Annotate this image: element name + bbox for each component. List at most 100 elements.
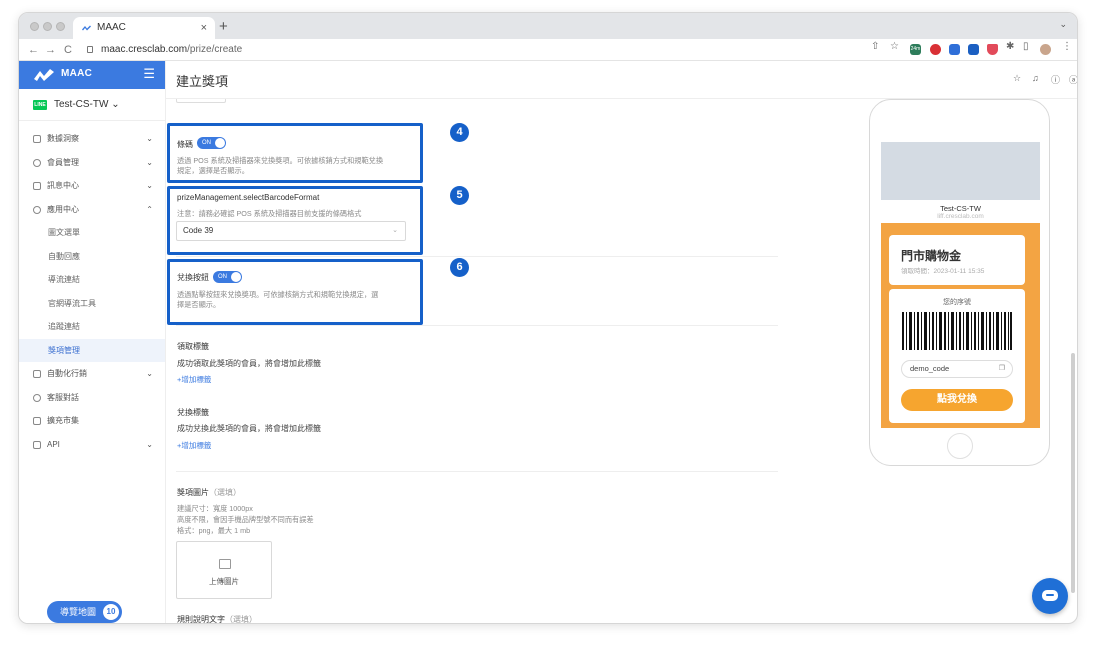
prize-image-optional: （選填） — [209, 488, 241, 497]
sidebar-item-insights[interactable]: 數據洞察 ⌄ — [19, 127, 165, 151]
extensions-puzzle-icon[interactable]: ✱ — [1006, 41, 1014, 52]
brand-bar: MAAC ☰ — [19, 61, 165, 89]
close-window-dot[interactable] — [30, 22, 39, 31]
upload-image-label: 上傳圖片 — [209, 577, 239, 586]
tab-close-icon[interactable]: × — [201, 17, 207, 39]
page-title: 建立獎項 — [176, 74, 229, 89]
image-icon — [219, 559, 231, 569]
prize-image-desc-line2: 高度不限，會因手機品牌型號不同而有誤差 — [177, 515, 314, 524]
share-icon[interactable]: ⇧ — [871, 41, 879, 52]
extension-timer-icon[interactable]: 24m — [910, 44, 921, 55]
account-switcher[interactable]: LINE Test-CS-TW ⌄ — [19, 89, 165, 121]
preview-hero-image — [881, 142, 1040, 200]
extension-red-icon[interactable] — [930, 44, 941, 55]
maac-logo-icon — [34, 69, 54, 81]
zoom-window-dot[interactable] — [56, 22, 65, 31]
guide-count-badge: 10 — [103, 604, 119, 620]
preview-redeem-button[interactable]: 點我兌換 — [901, 389, 1013, 411]
sidebar-item-api[interactable]: API ⌄ — [19, 433, 165, 457]
sidebar-subitem-auto-reply[interactable]: 自動回應 — [19, 245, 165, 269]
account-caret-icon: ⌄ — [111, 99, 120, 110]
tab-search-icon[interactable]: ⌄ — [1059, 19, 1067, 30]
preview-shop-name: Test-CS-TW — [940, 204, 981, 213]
address-bar[interactable]: maac.cresclab.com/prize/create — [87, 43, 242, 57]
serial-label: 您的序號 — [943, 299, 971, 306]
help-icon[interactable]: ⓘ — [1051, 73, 1060, 86]
user-switch-icon[interactable]: ⓐ — [1069, 73, 1077, 86]
sidebar-item-label: 導流連結 — [48, 275, 80, 284]
profile-avatar[interactable] — [1040, 44, 1051, 55]
sidebar-subitem-tracking-links[interactable]: 追蹤連結 — [19, 315, 165, 339]
phone-home-button — [947, 433, 973, 459]
page-header: 建立獎項 ☆ ♫ ⓘ ⓐ — [166, 61, 1077, 99]
sidebar-subitem-prize-management[interactable]: 獎項管理 — [19, 338, 165, 362]
page-scrollbar[interactable] — [1071, 353, 1075, 593]
star-icon[interactable]: ☆ — [1013, 73, 1021, 84]
api-icon — [33, 440, 41, 449]
browser-window: MAAC × + ⌄ ← → C maac.cresclab.com/prize… — [18, 12, 1078, 624]
redeem-tag-desc: 成功兌換此獎項的會員，將會增加此標籤 — [177, 424, 321, 433]
sidebar-item-label: 追蹤連結 — [48, 322, 80, 331]
coupon-background: 門市購物金 領取時間：2023-01-11 15:35 您的序號 demo_co… — [881, 223, 1040, 428]
copy-icon[interactable]: ❐ — [999, 361, 1005, 377]
coupon-title: 門市購物金 — [901, 249, 962, 263]
extension-sync-icon[interactable] — [968, 44, 979, 55]
callout-box-redeem-button — [167, 259, 423, 325]
chevron-down-icon: ⌄ — [146, 439, 153, 449]
rules-label: 規則說明文字（選填） — [177, 615, 257, 624]
upload-image-button[interactable]: 上傳圖片 — [176, 541, 272, 599]
sidebar-subitem-website-tools[interactable]: 官網導流工具 — [19, 292, 165, 316]
coupon-date: 領取時間：2023-01-11 15:35 — [901, 268, 985, 275]
sidebar-item-label: 自動回應 — [48, 251, 80, 261]
sidebar-item-label: 會員管理 — [47, 157, 79, 167]
line-logo-icon: LINE — [33, 100, 47, 110]
sidebar-item-label: 應用中心 — [47, 204, 79, 214]
apps-icon — [33, 205, 41, 214]
add-redeem-tag-link[interactable]: +增加標籤 — [177, 440, 211, 451]
sidebar-item-marketplace[interactable]: 擴充市集 — [19, 409, 165, 433]
section-divider — [176, 471, 778, 472]
tab-title: MAAC — [97, 22, 126, 33]
preview-site: liff.cresclab.com — [937, 213, 984, 220]
maac-favicon-icon — [82, 25, 91, 31]
previous-field-stub — [176, 99, 226, 103]
coupon-body: 您的序號 demo_code ❐ 點我兌換 — [889, 289, 1025, 423]
sidebar-item-members[interactable]: 會員管理 ⌄ — [19, 151, 165, 175]
forward-icon[interactable]: → — [45, 42, 56, 58]
extension-pocket-icon[interactable] — [987, 44, 998, 55]
sidebar-subitem-traffic-links[interactable]: 導流連結 — [19, 268, 165, 292]
chevron-down-icon: ⌄ — [146, 134, 153, 143]
guide-map-label: 導覽地圖 — [60, 607, 97, 617]
serial-code-field[interactable]: demo_code ❐ — [901, 360, 1013, 378]
sidebar-item-apps[interactable]: 應用中心 ⌃ — [19, 198, 165, 222]
bell-icon[interactable]: ♫ — [1032, 73, 1039, 83]
sidebar-item-label: 自動化行銷 — [47, 369, 87, 378]
url-host: maac.cresclab.com — [101, 44, 188, 55]
bookmark-star-icon[interactable]: ☆ — [890, 41, 899, 52]
sidebar-item-label: 獎項管理 — [48, 345, 80, 355]
sidebar-item-messages[interactable]: 訊息中心 ⌄ — [19, 174, 165, 198]
sidebar-subitem-rich-menu[interactable]: 圖文選單 — [19, 221, 165, 245]
support-chat-button[interactable] — [1032, 578, 1068, 614]
user-icon — [33, 158, 41, 167]
chart-icon — [33, 135, 41, 143]
extension-blue-icon[interactable] — [949, 44, 960, 55]
brand-name: MAAC — [61, 68, 93, 79]
menu-toggle-icon[interactable]: ☰ — [143, 66, 155, 82]
sidebar-item-automation[interactable]: 自動化行銷 ⌄ — [19, 362, 165, 386]
guide-map-button[interactable]: 導覽地圖 10 — [47, 601, 122, 623]
callout-box-barcode — [167, 123, 423, 183]
chevron-down-icon: ⌄ — [146, 181, 153, 190]
browser-tab[interactable]: MAAC × — [73, 17, 215, 39]
add-claim-tag-link[interactable]: +增加標籤 — [177, 374, 211, 385]
browser-menu-icon[interactable]: ⋮ — [1062, 41, 1072, 52]
sidebar-item-label: 客服對話 — [47, 392, 79, 402]
sidepanel-icon[interactable]: ▯ — [1023, 41, 1029, 52]
redeem-tag-label: 兌換標籤 — [177, 408, 209, 417]
new-tab-button[interactable]: + — [219, 17, 228, 37]
minimize-window-dot[interactable] — [43, 22, 52, 31]
preview-screen: Test-CS-TW liff.cresclab.com 門市購物金 領取時間：… — [881, 142, 1040, 428]
back-icon[interactable]: ← — [28, 42, 39, 58]
reload-icon[interactable]: C — [64, 42, 72, 58]
sidebar-item-chat[interactable]: 客服對話 — [19, 386, 165, 410]
